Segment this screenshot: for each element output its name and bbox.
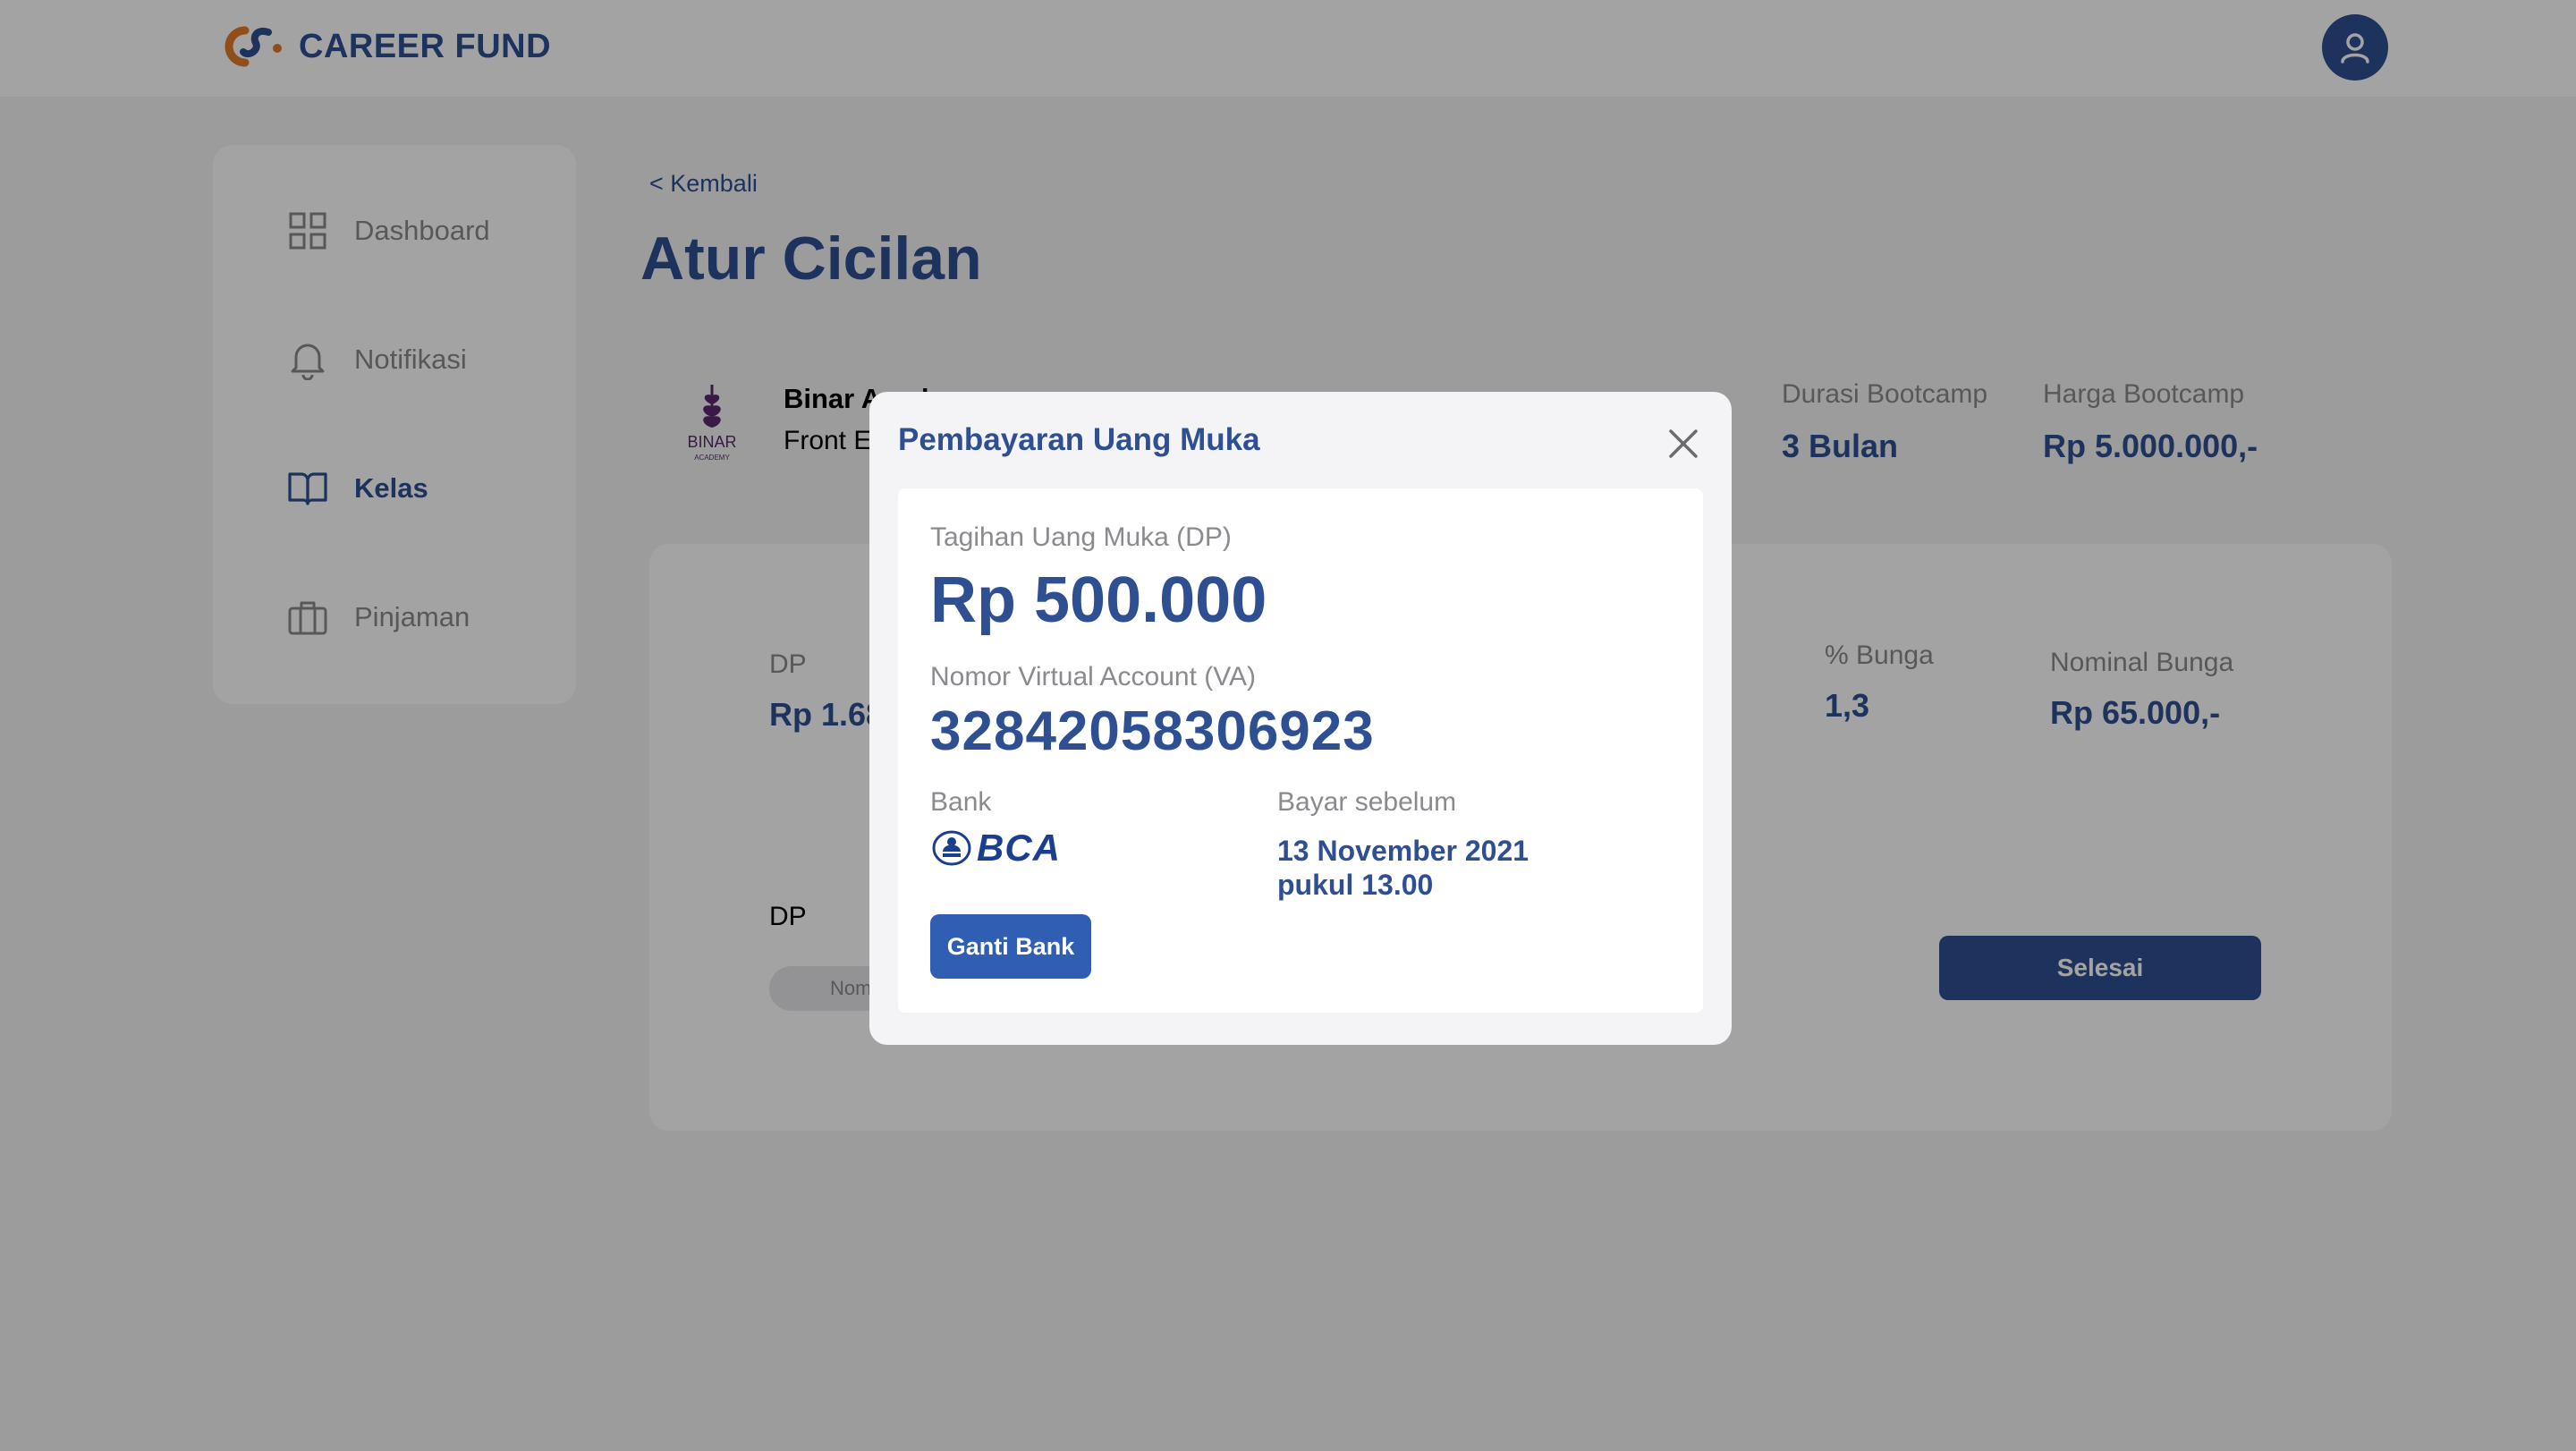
bank-label: Bank [930, 787, 992, 817]
due-datetime: 13 November 2021 pukul 13.00 [1277, 834, 1529, 902]
bill-label: Tagihan Uang Muka (DP) [930, 522, 1232, 552]
modal-title: Pembayaran Uang Muka [898, 422, 1260, 457]
va-label: Nomor Virtual Account (VA) [930, 662, 1257, 692]
due-time: pukul 13.00 [1277, 869, 1434, 901]
bca-logo-icon [932, 830, 971, 866]
close-icon [1669, 429, 1698, 458]
due-label: Bayar sebelum [1277, 787, 1457, 817]
due-date: 13 November 2021 [1277, 835, 1530, 867]
bank-name: BCA [977, 827, 1061, 869]
va-number: 32842058306923 [930, 700, 1375, 762]
bank-logo: BCA [932, 827, 1061, 870]
close-button[interactable] [1664, 424, 1703, 463]
bill-amount: Rp 500.000 [930, 564, 1267, 636]
payment-modal: Pembayaran Uang Muka Tagihan Uang Muka (… [869, 392, 1732, 1045]
modal-body: Tagihan Uang Muka (DP) Rp 500.000 Nomor … [898, 488, 1703, 1013]
change-bank-button[interactable]: Ganti Bank [930, 914, 1091, 979]
